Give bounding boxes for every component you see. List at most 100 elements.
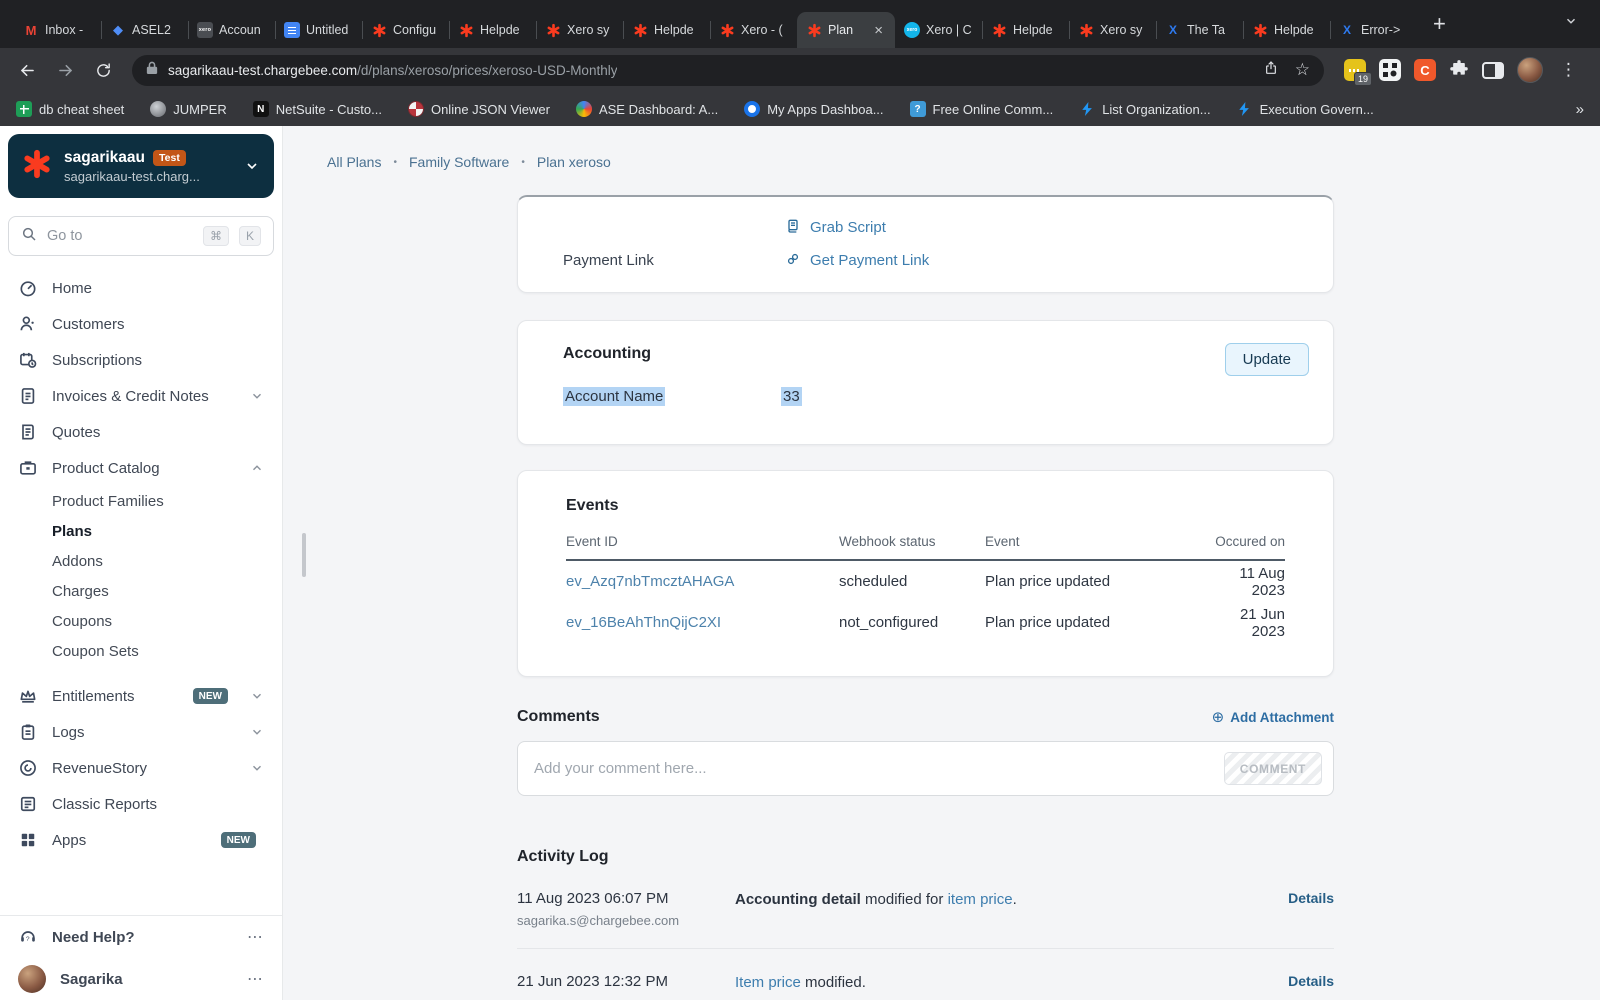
update-button[interactable]: Update [1224,343,1309,376]
new-tab-button[interactable]: + [1427,13,1452,35]
activity-entry: 21 Jun 2023 12:32 PM Item price modified… [517,948,1334,1000]
sidebar-subitem-coupons[interactable]: Coupons [8,606,274,636]
sidebar-subitem-addons[interactable]: Addons [8,546,274,576]
org-switcher[interactable]: sagarikaau Test sagarikaau-test.charg... [8,134,274,198]
diamond-icon: ◆ [113,22,123,37]
table-row: ev_16BeAhThnQijC2XI not_configured Plan … [566,602,1285,643]
add-attachment-link[interactable]: ⊕ Add Attachment [1212,708,1334,726]
more-options-icon[interactable]: ⋯ [247,969,264,989]
side-panel-icon[interactable] [1482,61,1504,79]
sidebar-item-customers[interactable]: Customers [8,306,274,342]
close-icon[interactable]: × [871,22,886,39]
sidebar-subitem-charges[interactable]: Charges [8,576,274,606]
browser-tab-helpde-2[interactable]: Helpde [623,12,710,48]
breadcrumb-separator: • [521,156,525,168]
details-link[interactable]: Details [1244,973,1334,991]
browser-tab-helpde-4[interactable]: Helpde [1243,12,1330,48]
grab-script-link[interactable]: Grab Script [785,218,1288,238]
sidebar-subitem-product-families[interactable]: Product Families [8,486,274,516]
browser-tab-plan-active[interactable]: Plan × [797,12,895,48]
bookmark-star-icon[interactable]: ☆ [1295,60,1310,80]
bookmark-jumper[interactable]: JUMPER [150,101,227,117]
browser-tab-helpde-1[interactable]: Helpde [449,12,536,48]
sidebar-item-classic-reports[interactable]: Classic Reports [8,786,274,822]
browser-tab-xerosy-1[interactable]: Xero sy [536,12,623,48]
breadcrumb-all-plans[interactable]: All Plans [327,154,381,170]
browser-tab-configu[interactable]: Configu [362,12,449,48]
org-domain: sagarikaau-test.charg... [64,168,200,184]
sidebar-item-entitlements[interactable]: Entitlements NEW [8,678,274,714]
bookmark-db-cheat-sheet[interactable]: db cheat sheet [16,101,124,117]
browser-tab-untitled[interactable]: Untitled [275,12,362,48]
sidebar-subitem-coupon-sets[interactable]: Coupon Sets [8,636,274,666]
get-payment-link[interactable]: Get Payment Link [785,251,1288,271]
browser-tab-xero-c[interactable]: xero Xero | C [895,12,982,48]
bookmark-free-online[interactable]: ? Free Online Comm... [909,101,1053,117]
back-button[interactable] [12,55,42,85]
reload-button[interactable] [88,55,118,85]
address-bar[interactable]: sagarikaau-test.chargebee.com/d/plans/xe… [132,54,1324,86]
event-id-link[interactable]: ev_16BeAhThnQijC2XI [566,614,839,631]
item-price-link[interactable]: Item price [735,974,801,991]
xero-x-icon: X [1342,23,1351,37]
bookmark-netsuite[interactable]: N NetSuite - Custo... [252,101,382,117]
browser-tab-theta[interactable]: X The Ta [1156,12,1243,48]
extension-chargebee-icon[interactable]: C [1414,59,1436,81]
search-icon [21,226,37,247]
comment-input[interactable] [517,741,1334,796]
browser-tab-helpde-3[interactable]: Helpde [982,12,1069,48]
gmail-icon: M [25,22,37,38]
bookmark-execution-govern[interactable]: Execution Govern... [1237,101,1374,117]
sidebar-item-logs[interactable]: Logs [8,714,274,750]
sidebar-item-home[interactable]: Home [8,270,274,306]
event-id-link[interactable]: ev_Azq7nbTmcztAHAGA [566,573,839,590]
url-path: /d/plans/xeroso/prices/xeroso-USD-Monthl… [357,62,618,78]
need-help-item[interactable]: ? Need Help? ⋯ [8,916,274,958]
forward-button[interactable] [50,55,80,85]
browser-tab-error[interactable]: X Error-> [1330,12,1417,48]
sidebar-item-subscriptions[interactable]: Subscriptions [8,342,274,378]
browser-menu-icon[interactable]: ⋮ [1556,60,1582,80]
sidebar-item-revenuestory[interactable]: RevenueStory [8,750,274,786]
browser-tab-xero-paren[interactable]: Xero - ( [710,12,797,48]
events-card: Events Event ID Webhook status Event Occ… [517,470,1334,677]
extension-yellow-icon[interactable]: 19 [1344,59,1372,86]
comment-button[interactable]: COMMENT [1223,752,1322,785]
browser-tab-inbox[interactable]: M Inbox - [14,12,101,48]
browser-tab-asel2[interactable]: ◆ ASEL2 [101,12,188,48]
profile-avatar[interactable] [1517,57,1543,83]
extensions-puzzle-icon[interactable] [1449,58,1469,83]
sidebar-item-quotes[interactable]: Quotes [8,414,274,450]
sidebar-subitem-plans[interactable]: Plans [8,516,274,546]
events-header-webhook-status: Webhook status [839,534,936,549]
browser-tab-xerosy-2[interactable]: Xero sy [1069,12,1156,48]
bookmarks-overflow-icon[interactable]: » [1576,101,1584,118]
account-name-value: 33 [781,387,802,406]
report-icon [18,794,38,814]
tab-search-chevron-icon[interactable] [1564,14,1578,33]
customers-icon [18,314,38,334]
bookmark-ase-dashboard[interactable]: ASE Dashboard: A... [575,101,718,117]
breadcrumb-plan-xeroso[interactable]: Plan xeroso [537,154,611,170]
breadcrumb: All Plans • Family Software • Plan xeros… [327,154,611,170]
bookmark-json-viewer[interactable]: Online JSON Viewer [407,101,550,117]
share-icon[interactable] [1263,60,1279,81]
more-options-icon[interactable]: ⋯ [247,927,264,947]
sidebar-item-apps[interactable]: Apps NEW [8,822,274,858]
extensions-cluster: 19 C ⋮ [1338,57,1588,86]
webhook-status: not_configured [839,614,939,631]
chargebee-icon [371,22,387,38]
details-link[interactable]: Details [1244,890,1334,928]
bookmark-list-organization[interactable]: List Organization... [1079,101,1211,117]
bookmark-my-apps[interactable]: My Apps Dashboa... [744,101,884,117]
user-profile-item[interactable]: Sagarika ⋯ [8,958,274,1000]
item-price-link[interactable]: item price [948,891,1013,908]
browser-tab-accoun[interactable]: xero Accoun [188,12,275,48]
extension-qr-icon[interactable] [1379,59,1401,81]
sidebar-item-product-catalog[interactable]: Product Catalog [8,450,274,486]
breadcrumb-family-software[interactable]: Family Software [409,154,509,170]
goto-search[interactable]: Go to ⌘ K [8,216,274,256]
sidebar-item-invoices[interactable]: Invoices & Credit Notes [8,378,274,414]
breadcrumb-separator: • [393,156,397,168]
page-scrollbar-thumb[interactable] [302,533,306,577]
